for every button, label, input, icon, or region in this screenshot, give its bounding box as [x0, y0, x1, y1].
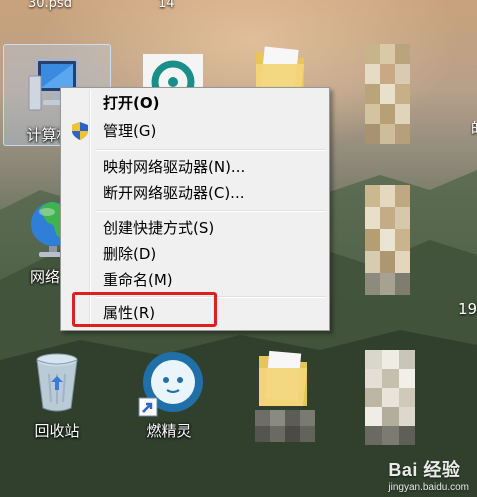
menu-separator [96, 149, 326, 151]
properties-highlight-annotation [72, 292, 217, 327]
menu-item-disconnect-drive-label: 断开网络驱动器(C)... [103, 184, 245, 202]
menu-item-create-shortcut[interactable]: 创建快捷方式(S) [64, 215, 326, 241]
pixelated-icon-top [365, 44, 410, 144]
folder-desktop-icon-bottom[interactable] [238, 350, 328, 414]
menu-item-delete[interactable]: 删除(D) [64, 241, 326, 267]
menu-item-map-network-drive[interactable]: 映射网络驱动器(N)... [64, 154, 326, 180]
menu-item-manage[interactable]: 管理(G) [64, 118, 326, 144]
ranjingling-desktop-icon[interactable]: 燃精灵 [124, 350, 214, 441]
menu-item-create-shortcut-label: 创建快捷方式(S) [103, 219, 215, 237]
watermark-url-text: jingyan.baidu.com [388, 482, 469, 493]
baidu-jingyan-watermark: Bai 经验 jingyan.baidu.com [388, 456, 469, 493]
uac-shield-icon [72, 122, 88, 140]
pixelated-icon-bottom [365, 350, 415, 445]
ranjingling-label: 燃精灵 [146, 422, 192, 440]
ranjingling-app-icon [137, 350, 203, 417]
right-edge-text-fragment: 的 [471, 118, 477, 138]
menu-item-open-label: 打开(O) [103, 94, 160, 112]
menu-item-manage-label: 管理(G) [103, 122, 157, 140]
menu-item-open[interactable]: 打开(O) [64, 90, 326, 116]
folder-icon [251, 350, 315, 414]
recycle-bin-icon [25, 350, 89, 414]
menu-item-delete-label: 删除(D) [103, 245, 157, 263]
watermark-main-text: Bai 经验 [388, 460, 461, 480]
menu-item-disconnect-network-drive[interactable]: 断开网络驱动器(C)... [64, 180, 326, 206]
menu-separator [96, 210, 326, 212]
menu-item-rename-label: 重命名(M) [103, 271, 173, 289]
file-label-psd: 30.psd [28, 0, 72, 11]
menu-item-map-drive-label: 映射网络驱动器(N)... [103, 158, 246, 176]
pixelated-label-bottom-1 [255, 410, 315, 442]
recycle-bin-desktop-icon[interactable]: 回收站 [12, 350, 102, 441]
right-edge-number-fragment: 19 [458, 300, 477, 318]
recycle-bin-label: 回收站 [34, 422, 80, 440]
pixelated-icon-middle [365, 185, 410, 295]
file-label-14: 14 [158, 0, 175, 11]
menu-item-rename[interactable]: 重命名(M) [64, 267, 326, 293]
